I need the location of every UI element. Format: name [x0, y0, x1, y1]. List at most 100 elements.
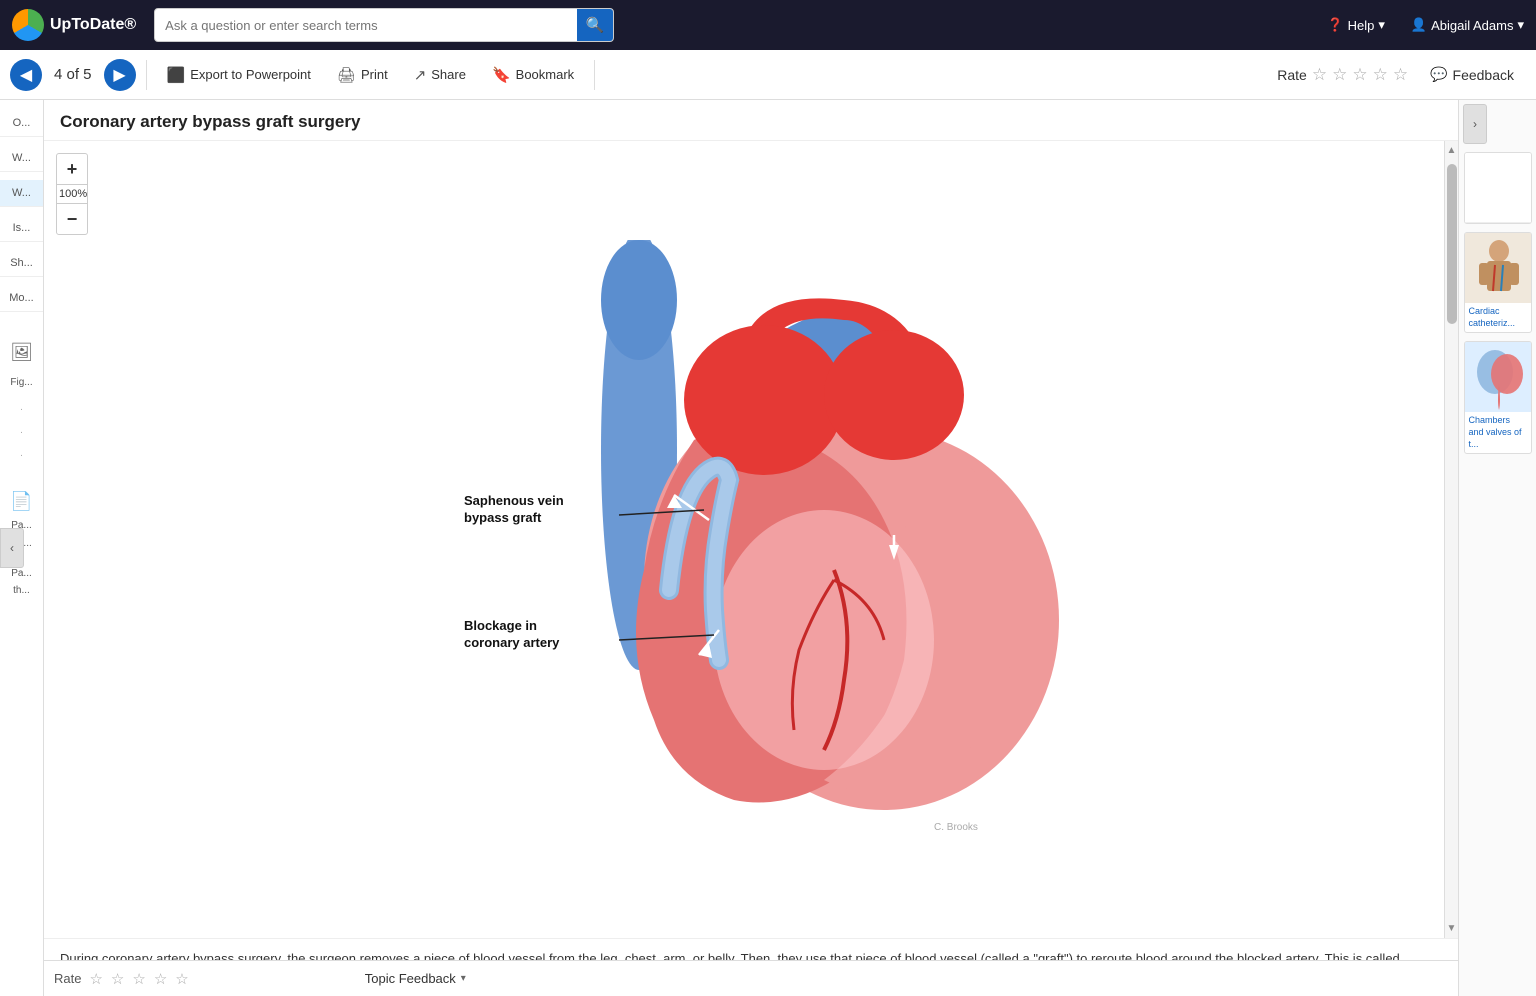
export-icon: ⬛ [167, 66, 186, 84]
help-chevron-icon: ▾ [1378, 17, 1385, 33]
sidebar-bullet-2: · [20, 427, 23, 438]
print-label: Print [361, 67, 388, 82]
sidebar-nav-label-6: Mo... [7, 289, 35, 307]
figure-body: + 100% − [44, 141, 1458, 938]
thumbnail-card-3[interactable]: Chambers and valves of t... [1464, 341, 1532, 454]
help-label: Help [1348, 18, 1375, 33]
print-button[interactable]: 🖨 Print [327, 61, 398, 89]
thumbnail-card-1[interactable] [1464, 152, 1532, 224]
bottom-star-3[interactable]: ☆ [132, 970, 145, 988]
bookmark-label: Bookmark [516, 67, 575, 82]
search-input[interactable] [155, 18, 577, 33]
next-button[interactable]: ▶ [104, 59, 136, 91]
help-menu[interactable]: ❓ Help ▾ [1327, 17, 1384, 33]
search-button[interactable]: 🔍 [577, 8, 613, 42]
scroll-down-button[interactable]: ▼ [1445, 921, 1458, 936]
sidebar-item-sh[interactable]: Sh... [0, 250, 43, 277]
user-label: Abigail Adams [1431, 18, 1513, 33]
share-icon: ↗ [414, 66, 427, 84]
logo-area: UpToDate® [12, 9, 136, 41]
sidebar-item-what[interactable]: W... [0, 145, 43, 172]
bottom-rate-label: Rate [54, 971, 81, 986]
pa-label-4: th... [13, 585, 30, 596]
bottom-star-2[interactable]: ☆ [111, 970, 124, 988]
top-navigation: UpToDate® 🔍 ❓ Help ▾ 👤 Abigail Adams ▾ [0, 0, 1536, 50]
bottom-star-5[interactable]: ☆ [175, 970, 188, 988]
thumbnail-image-2 [1465, 233, 1532, 303]
prev-button[interactable]: ◀ [10, 59, 42, 91]
right-panel: › Cardiac catheteriz.. [1458, 100, 1536, 996]
heart-image-area: Saphenous vein bypass graft Blockage in … [44, 141, 1444, 938]
main-layout: ‹ O... W... W... Is... Sh... Mo... 🖼 Fig… [0, 100, 1536, 996]
share-button[interactable]: ↗ Share [404, 61, 476, 89]
svg-text:Saphenous vein: Saphenous vein [464, 493, 564, 508]
scroll-up-button[interactable]: ▲ [1445, 143, 1458, 158]
star-2[interactable]: ☆ [1332, 65, 1347, 85]
thumbnail-svg-3 [1465, 342, 1532, 412]
zoom-controls: + 100% − [56, 153, 88, 235]
sidebar-nav-label-4: Is... [11, 219, 33, 237]
search-bar[interactable]: 🔍 [154, 8, 614, 42]
sidebar-bullet-3: · [20, 450, 23, 461]
bookmark-icon: 🔖 [492, 66, 511, 84]
feedback-icon: 💬 [1430, 66, 1447, 83]
user-icon: 👤 [1411, 17, 1427, 33]
toolbar: ◀ 4 of 5 ▶ ⬛ Export to Powerpoint 🖨 Prin… [0, 50, 1536, 100]
thumbnail-image-3 [1465, 342, 1532, 412]
logo-text: UpToDate® [50, 16, 136, 34]
page-indicator: 4 of 5 [54, 66, 92, 83]
zoom-in-button[interactable]: + [56, 153, 88, 185]
bookmark-button[interactable]: 🔖 Bookmark [482, 61, 584, 89]
thumbnail-svg-2 [1465, 233, 1532, 303]
toolbar-divider-2 [594, 60, 595, 90]
svg-text:C. Brooks: C. Brooks [934, 822, 978, 833]
svg-text:bypass graft: bypass graft [464, 510, 542, 525]
star-4[interactable]: ☆ [1373, 65, 1388, 85]
thumbnail-label-2: Cardiac catheteriz... [1465, 303, 1531, 332]
thumbnail-label-3: Chambers and valves of t... [1465, 412, 1531, 453]
zoom-out-button[interactable]: − [56, 203, 88, 235]
heart-illustration: Saphenous vein bypass graft Blockage in … [454, 240, 1074, 860]
svg-text:coronary artery: coronary artery [464, 635, 560, 650]
print-icon: 🖨 [337, 66, 356, 84]
sidebar-bullet-1: · [20, 404, 23, 415]
pa-label-3: Pa... [11, 568, 32, 579]
topic-feedback-dropdown-icon: ▾ [461, 973, 466, 984]
bottom-star-1[interactable]: ☆ [89, 970, 102, 988]
collapse-sidebar-button[interactable]: ‹ [0, 528, 24, 568]
sidebar-nav-label-1: O... [11, 114, 33, 132]
thumbnail-card-2[interactable]: Cardiac catheteriz... [1464, 232, 1532, 333]
bottom-star-4[interactable]: ☆ [154, 970, 167, 988]
scrollbar-thumb[interactable] [1447, 164, 1457, 324]
star-1[interactable]: ☆ [1312, 65, 1327, 85]
content-area: Coronary artery bypass graft surgery + 1… [44, 100, 1458, 996]
help-icon: ❓ [1327, 17, 1343, 33]
share-label: Share [431, 67, 466, 82]
user-chevron-icon: ▾ [1517, 17, 1524, 33]
user-menu[interactable]: 👤 Abigail Adams ▾ [1411, 17, 1524, 33]
topic-feedback-button[interactable]: Topic Feedback ▾ [357, 967, 474, 990]
export-button[interactable]: ⬛ Export to Powerpoint [157, 61, 321, 89]
figure-title: Coronary artery bypass graft surgery [44, 100, 1458, 141]
star-5[interactable]: ☆ [1393, 65, 1408, 85]
thumbnail-image-1 [1465, 153, 1532, 223]
sidebar-item-overview[interactable]: O... [0, 110, 43, 137]
sidebar-item-is[interactable]: Is... [0, 215, 43, 242]
rate-label: Rate [1277, 67, 1307, 83]
rate-section: Rate ☆ ☆ ☆ ☆ ☆ [1277, 65, 1408, 85]
image-icon[interactable]: 🖼 [8, 340, 35, 365]
bottom-bar: Rate ☆ ☆ ☆ ☆ ☆ Topic Feedback ▾ [44, 960, 1458, 996]
document-icon[interactable]: 📄 [8, 489, 34, 514]
left-sidebar: ‹ O... W... W... Is... Sh... Mo... 🖼 Fig… [0, 100, 44, 996]
svg-text:Blockage in: Blockage in [464, 618, 537, 633]
sidebar-item-mo[interactable]: Mo... [0, 285, 43, 312]
toolbar-divider-1 [146, 60, 147, 90]
figure-label: Fig... [10, 377, 32, 388]
sidebar-item-what2[interactable]: W... [0, 180, 43, 207]
zoom-level: 100% [56, 185, 88, 203]
expand-right-panel-button[interactable]: › [1463, 104, 1487, 144]
feedback-button[interactable]: 💬 Feedback [1418, 61, 1526, 88]
topic-feedback-label: Topic Feedback [365, 971, 456, 986]
star-3[interactable]: ☆ [1352, 65, 1367, 85]
sidebar-nav-label-3: W... [10, 184, 33, 202]
